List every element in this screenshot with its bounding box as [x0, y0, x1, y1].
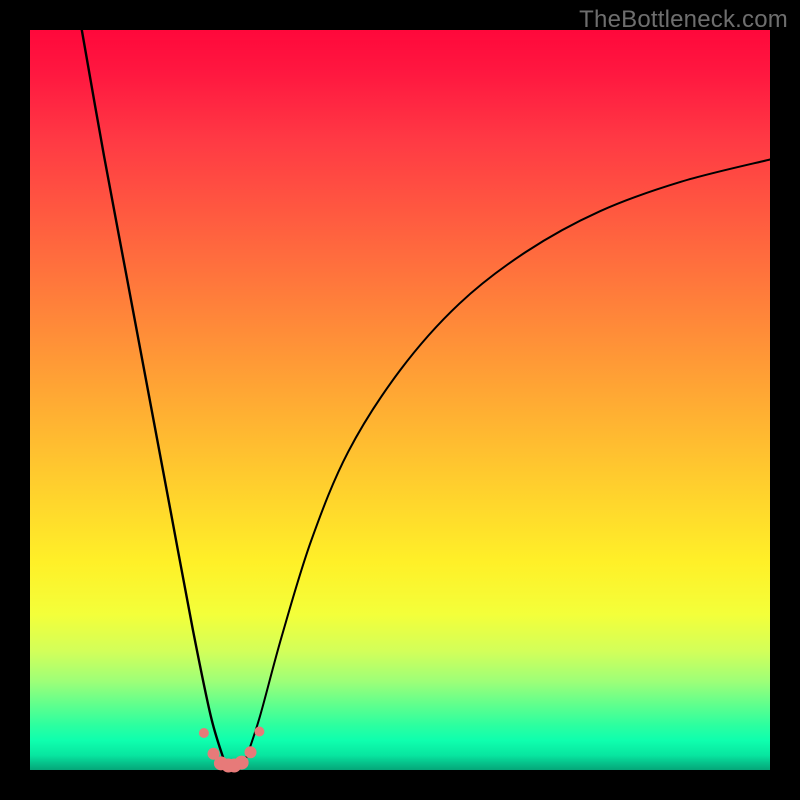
outer-frame: TheBottleneck.com [0, 0, 800, 800]
curve-right-branch [245, 160, 770, 763]
attribution-watermark: TheBottleneck.com [579, 6, 788, 34]
bottleneck-curve [82, 30, 770, 766]
trough-marker [254, 727, 264, 737]
trough-marker [235, 756, 249, 770]
trough-marker [199, 728, 209, 738]
trough-marker [245, 746, 257, 758]
curve-left-branch [82, 30, 226, 766]
curve-layer [30, 30, 770, 770]
plot-area [30, 30, 770, 770]
